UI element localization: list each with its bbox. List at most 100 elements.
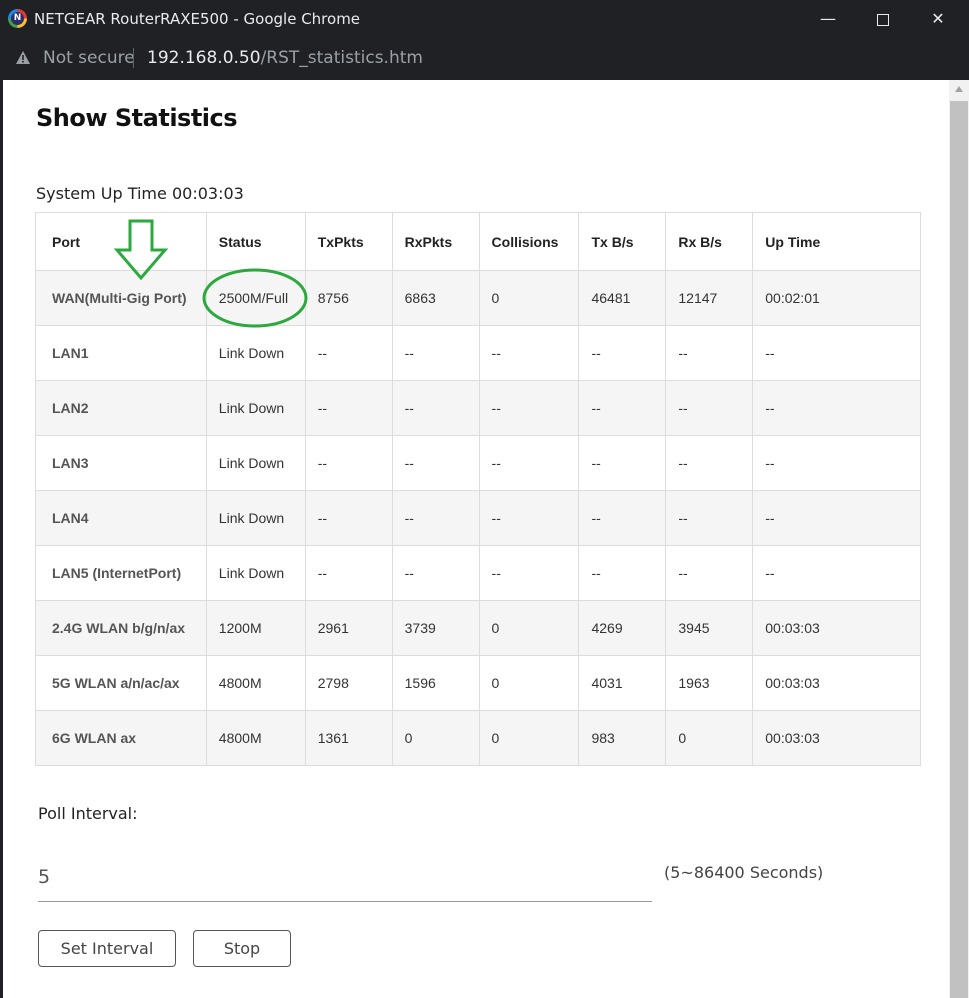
warning-icon[interactable] <box>15 50 31 65</box>
port-cell: LAN5 (InternetPort) <box>35 545 207 601</box>
txbps-cell: -- <box>578 435 667 491</box>
status-cell: Link Down <box>205 490 306 546</box>
rxpkts-cell: 0 <box>391 710 480 766</box>
uptime-cell: 00:02:01 <box>752 270 921 326</box>
system-uptime: System Up Time 00:03:03 <box>36 184 244 203</box>
rxbps-cell: -- <box>665 325 754 381</box>
poll-interval-label: Poll Interval: <box>38 804 138 823</box>
table-row: LAN3 Link Down -- -- -- -- -- -- <box>35 435 921 491</box>
table-row: 5G WLAN a/n/ac/ax 4800M 2798 1596 0 4031… <box>35 655 921 711</box>
statistics-table: Port Status TxPkts RxPkts Collisions Tx … <box>35 212 921 766</box>
column-header: Rx B/s <box>665 212 754 271</box>
table-row: LAN5 (InternetPort) Link Down -- -- -- -… <box>35 545 921 601</box>
collisions-cell: 0 <box>478 710 580 766</box>
table-row: LAN4 Link Down -- -- -- -- -- -- <box>35 490 921 546</box>
rxbps-cell: -- <box>665 545 754 601</box>
rxbps-cell: -- <box>665 380 754 436</box>
collisions-cell: -- <box>478 325 580 381</box>
collisions-cell: -- <box>478 490 580 546</box>
uptime-value: 00:03:03 <box>171 184 244 203</box>
rxpkts-cell: -- <box>391 325 480 381</box>
stop-button[interactable]: Stop <box>193 930 291 967</box>
status-cell: Link Down <box>205 435 306 491</box>
maximize-button[interactable] <box>860 0 906 38</box>
window-title: NETGEAR RouterRAXE500 - Google Chrome <box>34 10 361 28</box>
txbps-cell: -- <box>578 490 667 546</box>
url-path: /RST_statistics.htm <box>260 48 423 68</box>
rxpkts-cell: -- <box>391 545 480 601</box>
poll-interval-range-hint: (5~86400 Seconds) <box>664 863 824 882</box>
circle-annotation-icon <box>202 268 308 328</box>
port-cell: 2.4G WLAN b/g/n/ax <box>35 600 207 656</box>
txbps-cell: 46481 <box>578 270 667 326</box>
rxbps-cell: 0 <box>665 710 754 766</box>
column-header: RxPkts <box>391 212 480 271</box>
status-cell: 4800M <box>205 655 306 711</box>
close-button[interactable]: ✕ <box>915 0 961 38</box>
collisions-cell: 0 <box>478 655 580 711</box>
uptime-cell: -- <box>752 380 921 436</box>
uptime-cell: -- <box>752 435 921 491</box>
table-row: LAN1 Link Down -- -- -- -- -- -- <box>35 325 921 381</box>
set-interval-button[interactable]: Set Interval <box>38 930 176 967</box>
txpkts-cell: -- <box>304 325 393 381</box>
rxpkts-cell: -- <box>391 490 480 546</box>
rxpkts-cell: 3739 <box>391 600 480 656</box>
collisions-cell: 0 <box>478 270 580 326</box>
port-cell: LAN1 <box>35 325 207 381</box>
txpkts-cell: 8756 <box>304 270 393 326</box>
port-cell: 5G WLAN a/n/ac/ax <box>35 655 207 711</box>
port-cell: LAN2 <box>35 380 207 436</box>
uptime-label: System Up Time <box>36 184 167 203</box>
rxbps-cell: 12147 <box>665 270 754 326</box>
scrollbar-thumb[interactable] <box>950 101 968 998</box>
address-bar <box>0 38 969 78</box>
uptime-cell: -- <box>752 490 921 546</box>
poll-interval-input[interactable] <box>38 852 652 902</box>
status-cell: 1200M <box>205 600 306 656</box>
txpkts-cell: 2961 <box>304 600 393 656</box>
table-row: 2.4G WLAN b/g/n/ax 1200M 2961 3739 0 426… <box>35 600 921 656</box>
rxpkts-cell: 6863 <box>391 270 480 326</box>
status-cell: Link Down <box>205 545 306 601</box>
txpkts-cell: -- <box>304 545 393 601</box>
uptime-cell: -- <box>752 325 921 381</box>
status-cell: Link Down <box>205 325 306 381</box>
uptime-cell: 00:03:03 <box>752 655 921 711</box>
txbps-cell: -- <box>578 380 667 436</box>
rxpkts-cell: -- <box>391 380 480 436</box>
collisions-cell: -- <box>478 435 580 491</box>
rxbps-cell: -- <box>665 490 754 546</box>
uptime-cell: 00:03:03 <box>752 710 921 766</box>
txpkts-cell: -- <box>304 435 393 491</box>
txpkts-cell: -- <box>304 380 393 436</box>
txbps-cell: 983 <box>578 710 667 766</box>
collisions-cell: -- <box>478 380 580 436</box>
uptime-cell: -- <box>752 545 921 601</box>
collisions-cell: 0 <box>478 600 580 656</box>
port-cell: LAN3 <box>35 435 207 491</box>
collisions-cell: -- <box>478 545 580 601</box>
table-row: LAN2 Link Down -- -- -- -- -- -- <box>35 380 921 436</box>
status-cell: Link Down <box>205 380 306 436</box>
txbps-cell: 4269 <box>578 600 667 656</box>
txpkts-cell: -- <box>304 490 393 546</box>
column-header: Tx B/s <box>578 212 667 271</box>
rxpkts-cell: -- <box>391 435 480 491</box>
page-content: Show Statistics System Up Time 00:03:03 … <box>3 80 949 998</box>
rxpkts-cell: 1596 <box>391 655 480 711</box>
txbps-cell: -- <box>578 545 667 601</box>
address-divider <box>133 48 134 68</box>
minimize-button[interactable]: — <box>805 0 851 38</box>
url-host: 192.168.0.50 <box>147 48 261 68</box>
rxbps-cell: 3945 <box>665 600 754 656</box>
port-cell: 6G WLAN ax <box>35 710 207 766</box>
column-header: Up Time <box>752 212 921 271</box>
netgear-app-icon: N <box>8 9 27 28</box>
url-text[interactable]: 192.168.0.50/RST_statistics.htm <box>147 48 423 68</box>
scroll-up-arrow-icon[interactable] <box>955 86 963 92</box>
txbps-cell: 4031 <box>578 655 667 711</box>
rxbps-cell: 1963 <box>665 655 754 711</box>
security-status-label[interactable]: Not secure <box>43 48 135 68</box>
maximize-icon <box>877 13 889 26</box>
